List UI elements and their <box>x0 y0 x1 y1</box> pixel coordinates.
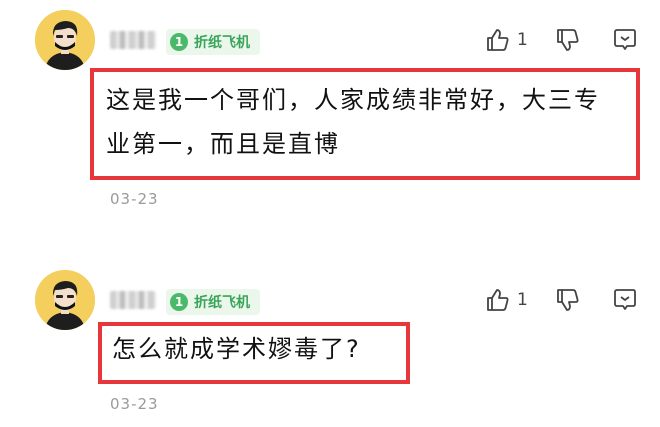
avatar[interactable] <box>35 270 95 330</box>
comment-content-box: 怎么就成学术嫪毒了? <box>98 322 410 384</box>
dislike-button[interactable] <box>555 287 581 313</box>
like-button[interactable]: 1 <box>485 287 528 313</box>
badge-level: 1 <box>170 293 188 311</box>
like-count: 1 <box>517 30 528 50</box>
comment-date: 03-23 <box>110 190 159 208</box>
dislike-button[interactable] <box>555 27 581 53</box>
user-badge: 1 折纸飞机 <box>166 29 260 55</box>
comment-content-box: 这是我一个哥们，人家成绩非常好，大三专业第一，而且是直博 <box>90 68 640 180</box>
like-count: 1 <box>517 290 528 310</box>
thumbs-down-icon <box>555 27 581 53</box>
comment-text: 这是我一个哥们，人家成绩非常好，大三专业第一，而且是直博 <box>106 86 600 158</box>
like-button[interactable]: 1 <box>485 27 528 53</box>
thumbs-up-icon <box>485 287 511 313</box>
username-blurred[interactable] <box>110 31 156 49</box>
comment-item: 1 折纸飞机 1 这是我一个哥们，人家成绩非常好，大三专业第一，而且是直博 03… <box>0 0 660 220</box>
comment-date: 03-23 <box>110 395 159 413</box>
username-blurred[interactable] <box>110 291 156 309</box>
more-button[interactable] <box>612 287 638 313</box>
avatar[interactable] <box>35 10 95 70</box>
comment-item: 1 折纸飞机 1 怎么就成学术嫪毒了? 03-23 <box>0 260 660 427</box>
more-button[interactable] <box>612 27 638 53</box>
user-badge: 1 折纸飞机 <box>166 289 260 315</box>
thumbs-up-icon <box>485 27 511 53</box>
thumbs-down-icon <box>555 287 581 313</box>
badge-label: 折纸飞机 <box>194 35 250 51</box>
more-icon <box>612 27 638 53</box>
badge-level: 1 <box>170 33 188 51</box>
badge-label: 折纸飞机 <box>194 295 250 311</box>
comment-text: 怎么就成学术嫪毒了? <box>112 335 361 363</box>
more-icon <box>612 287 638 313</box>
